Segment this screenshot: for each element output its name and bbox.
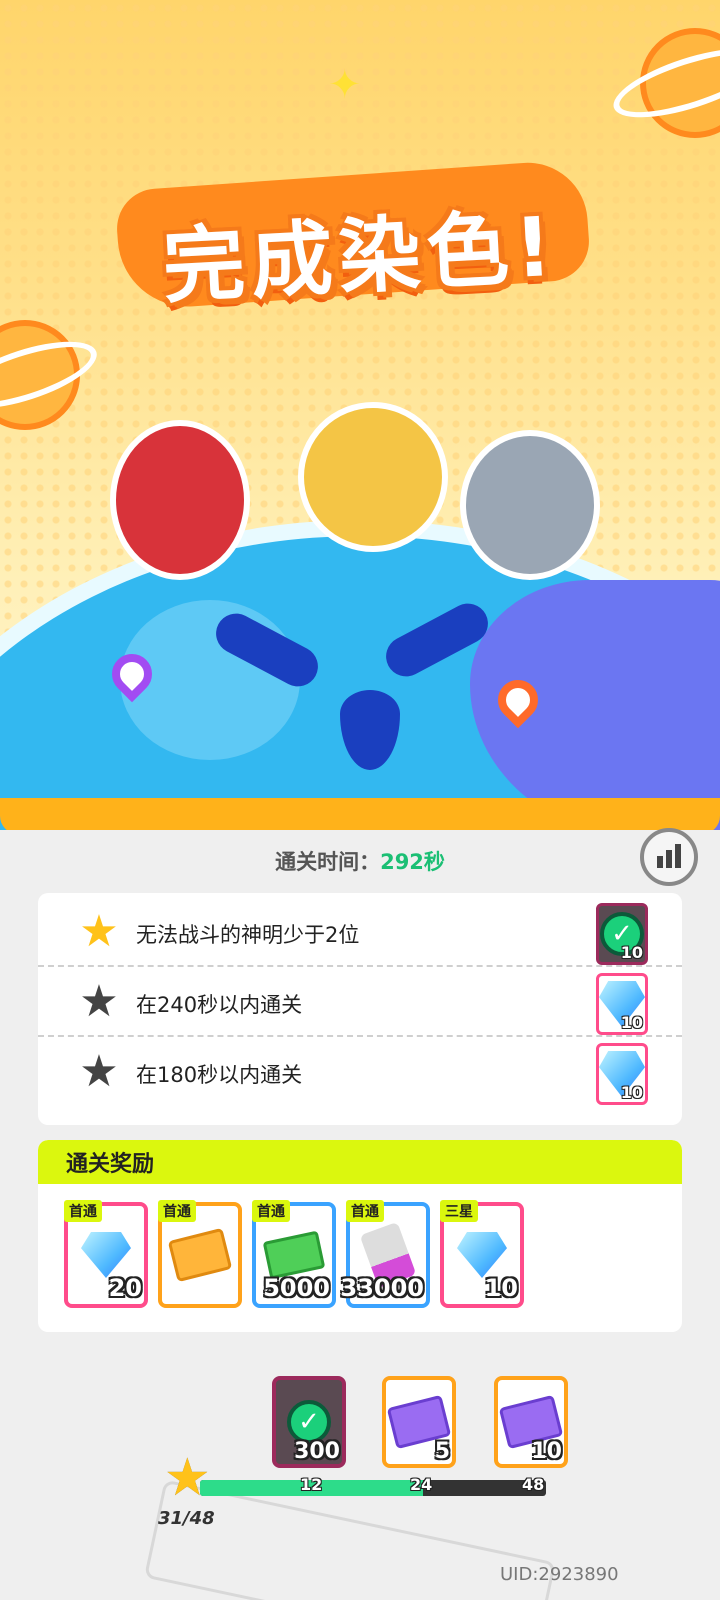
reward-tag: 首通 (252, 1200, 290, 1222)
diamond-icon (457, 1232, 507, 1278)
reward-item[interactable]: 首通 5000 (252, 1200, 336, 1308)
reward-item[interactable]: 首通 20 (64, 1200, 148, 1308)
character-avatar (110, 420, 250, 580)
stats-button[interactable] (640, 828, 698, 886)
bar-chart-icon (675, 844, 681, 868)
reward-count: 5000 (263, 1274, 330, 1302)
star-icon: ★ (164, 1448, 211, 1508)
objective-reward[interactable]: ✓ 10 (596, 903, 648, 965)
sparkle-icon: ✦ (328, 62, 362, 108)
clear-time-label: 通关时间： (275, 850, 381, 874)
reward-count: 10 (620, 943, 643, 962)
rewards-title: 通关奖励 (38, 1140, 682, 1184)
reward-item[interactable]: 首通 33000 (341, 1200, 430, 1308)
reward-tag: 三星 (440, 1200, 478, 1222)
objective-row: ★ 在240秒以内通关 10 (38, 967, 682, 1037)
milestone-label: 12 (300, 1475, 323, 1494)
reward-count: 20 (108, 1274, 142, 1302)
milestone-reward[interactable]: ✓ 300 (272, 1376, 346, 1468)
user-id: UID:2923890 (500, 1564, 619, 1585)
milestone-label: 48 (522, 1475, 545, 1494)
objective-text: 在240秒以内通关 (136, 993, 303, 1017)
clear-time: 通关时间：292秒 (0, 846, 720, 876)
page-title: 完成染色! (160, 199, 561, 316)
reward-count: 10 (484, 1274, 518, 1302)
objectives-card: ★ 无法战斗的神明少于2位 ✓ 10 ★ 在240秒以内通关 10 ★ 在180… (38, 893, 682, 1125)
result-banner: ✦ ✦ 完成染色! (0, 0, 720, 830)
rewards-card: 通关奖励 首通 20 首通 首通 5000 首通 33000 三星 10 (38, 1140, 682, 1332)
reward-tag: 首通 (346, 1200, 384, 1222)
star-empty-icon: ★ (79, 976, 119, 1027)
character-avatar (460, 430, 600, 580)
diamond-icon (81, 1232, 131, 1278)
reward-count: 33000 (340, 1274, 425, 1302)
objective-reward[interactable]: 10 (596, 973, 648, 1035)
clear-time-value: 292秒 (380, 850, 445, 874)
milestone-count: 10 (531, 1439, 562, 1464)
paint-drip (0, 798, 720, 830)
bar-chart-icon (657, 856, 663, 868)
check-token-icon: ✓ (287, 1400, 331, 1444)
star-count: 31/48 (158, 1508, 215, 1529)
milestone-count: 300 (294, 1439, 340, 1464)
star-filled-icon: ★ (79, 906, 119, 957)
reward-count: 10 (620, 1013, 643, 1032)
star-empty-icon: ★ (79, 1046, 119, 1097)
objective-text: 在180秒以内通关 (136, 1063, 303, 1087)
character-avatar (298, 402, 448, 552)
objective-text: 无法战斗的神明少于2位 (136, 923, 360, 947)
objective-row: ★ 在180秒以内通关 10 (38, 1037, 682, 1107)
reward-item[interactable]: 三星 10 (440, 1200, 524, 1308)
bar-chart-icon (666, 850, 672, 868)
milestone-count: 5 (434, 1439, 450, 1464)
reward-item[interactable]: 首通 (158, 1200, 242, 1308)
milestone-reward[interactable]: 5 (382, 1376, 456, 1468)
gold-ticket-icon (167, 1227, 233, 1283)
reward-count: 10 (620, 1083, 643, 1102)
milestone-reward[interactable]: 10 (494, 1376, 568, 1468)
star-progress-bar (200, 1480, 546, 1496)
objective-row: ★ 无法战斗的神明少于2位 ✓ 10 (38, 897, 682, 967)
cash-icon (262, 1230, 326, 1280)
milestone-label: 24 (410, 1475, 433, 1494)
reward-tag: 首通 (64, 1200, 102, 1222)
objective-reward[interactable]: 10 (596, 1043, 648, 1105)
reward-tag: 首通 (158, 1200, 196, 1222)
